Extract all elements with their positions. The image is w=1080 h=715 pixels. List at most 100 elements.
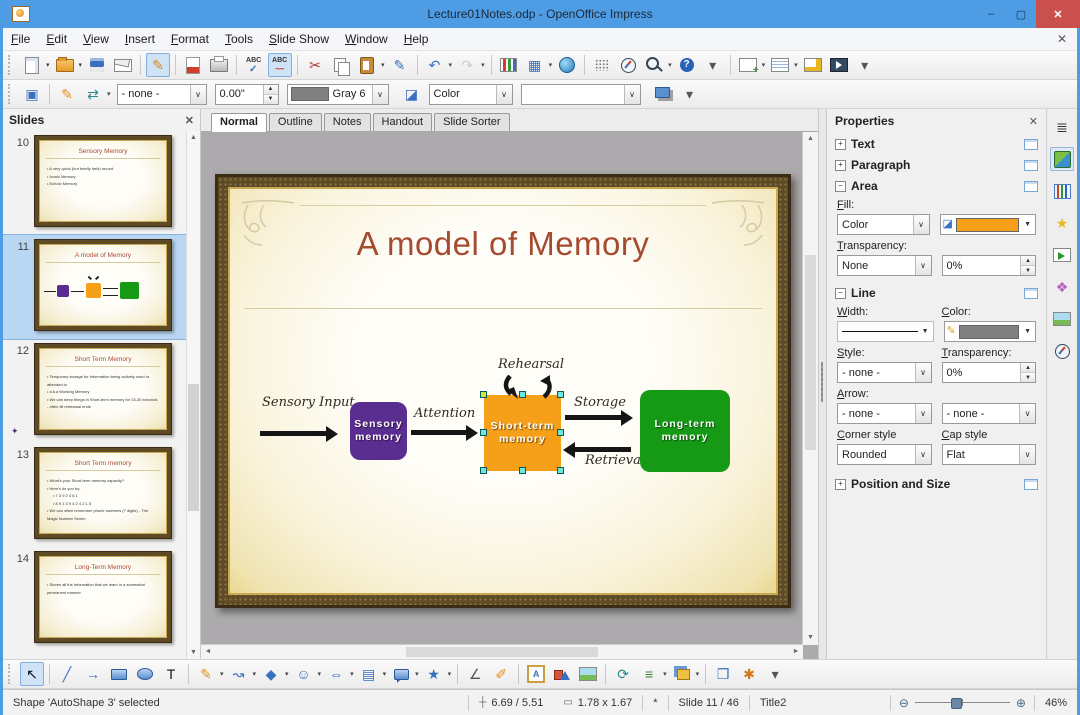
toolbar-handle[interactable] xyxy=(8,55,15,75)
fill-type-select[interactable]: Color ∨ xyxy=(837,214,930,235)
spellcheck-button[interactable] xyxy=(242,53,266,77)
maximize-button[interactable]: ▢ xyxy=(1006,0,1036,28)
display-grid-button[interactable] xyxy=(590,53,614,77)
zoom-dropdown-icon[interactable]: ▾ xyxy=(668,61,672,69)
area-style-fill-button[interactable]: ◪ xyxy=(400,82,424,106)
attention-label[interactable]: Attention xyxy=(414,406,475,421)
selection-handle[interactable] xyxy=(557,467,564,474)
scroll-up-icon[interactable]: ▲ xyxy=(187,131,200,144)
start-slide-show-button[interactable] xyxy=(827,53,851,77)
open-document-dropdown-icon[interactable]: ▾ xyxy=(79,61,83,69)
export-pdf-button[interactable] xyxy=(181,53,205,77)
3d-objects-button[interactable] xyxy=(550,662,574,686)
flowchart-tool-dropdown-icon[interactable]: ▾ xyxy=(383,670,387,678)
selection-handle[interactable] xyxy=(480,429,487,436)
menu-window[interactable]: Window xyxy=(337,29,396,49)
chevron-down-icon[interactable]: ∨ xyxy=(914,256,931,275)
rehearsal-label[interactable]: Rehearsal xyxy=(498,357,564,372)
decrement-icon[interactable]: ▼ xyxy=(1021,266,1035,275)
chevron-down-icon[interactable]: ∨ xyxy=(623,84,640,104)
print-button[interactable] xyxy=(207,53,231,77)
curve-tool-button[interactable]: ✎ xyxy=(194,662,218,686)
chevron-down-icon[interactable]: ∨ xyxy=(495,84,512,104)
properties-tab-button[interactable] xyxy=(1050,147,1074,171)
section-area[interactable]: − Area xyxy=(827,175,1046,196)
storage-arrow[interactable] xyxy=(565,409,633,426)
zoom-out-icon[interactable]: ⊖ xyxy=(899,696,909,710)
chevron-down-icon[interactable]: ∨ xyxy=(914,363,931,382)
section-line[interactable]: − Line xyxy=(827,282,1046,303)
sensory-memory-shape[interactable]: Sensory memory xyxy=(350,402,407,460)
tab-slide-sorter[interactable]: Slide Sorter xyxy=(434,113,510,131)
basic-shapes-tool-button[interactable]: ◆ xyxy=(259,662,283,686)
sensory-input-label[interactable]: Sensory Input xyxy=(262,395,355,410)
arrange-button[interactable] xyxy=(670,662,694,686)
open-document-button[interactable] xyxy=(53,53,77,77)
attention-arrow[interactable] xyxy=(411,424,478,441)
symbol-shapes-tool-button[interactable]: ☺ xyxy=(292,662,316,686)
auto-spellcheck-button[interactable] xyxy=(268,53,293,77)
collapse-icon[interactable]: − xyxy=(835,287,846,299)
paste-dropdown-icon[interactable]: ▾ xyxy=(381,61,385,69)
line-style-select[interactable]: - none - ∨ xyxy=(837,362,932,383)
paste-button[interactable] xyxy=(355,53,379,77)
redo-button[interactable]: ↷ xyxy=(455,53,479,77)
ellipse-tool-button[interactable] xyxy=(133,662,157,686)
undo-dropdown-icon[interactable]: ▾ xyxy=(449,61,453,69)
chevron-down-icon[interactable]: ▼ xyxy=(918,328,929,335)
select-tool-button[interactable]: ↖ xyxy=(20,662,44,686)
arrange-dropdown-icon[interactable]: ▾ xyxy=(696,670,700,678)
redo-dropdown-icon[interactable]: ▾ xyxy=(481,61,485,69)
navigator-button[interactable] xyxy=(616,53,640,77)
scroll-down-icon[interactable]: ▼ xyxy=(187,646,200,659)
expand-icon[interactable]: + xyxy=(835,138,846,150)
basic-shapes-tool-dropdown-icon[interactable]: ▾ xyxy=(285,670,289,678)
slide-transition-tab-button[interactable]: ❖ xyxy=(1050,275,1074,299)
fill-type-select[interactable]: Color ∨ xyxy=(428,83,513,105)
glue-points-tool-button[interactable]: ✐ xyxy=(489,662,513,686)
flowchart-tool-button[interactable]: ▤ xyxy=(357,662,381,686)
close-button[interactable]: ✕ xyxy=(1036,0,1080,28)
scroll-left-icon[interactable]: ◄ xyxy=(201,645,215,659)
corner-style-select[interactable]: Rounded ∨ xyxy=(837,444,932,465)
extrusion-toggle-button[interactable]: ❒ xyxy=(711,662,735,686)
minimize-button[interactable]: – xyxy=(976,0,1006,28)
scrollbar-thumb[interactable] xyxy=(805,255,816,451)
slide-design-button[interactable] xyxy=(801,53,825,77)
line-color-picker[interactable]: ✎ ▼ xyxy=(943,321,1036,342)
new-document-dropdown-icon[interactable]: ▾ xyxy=(46,61,50,69)
fill-color-select[interactable]: ∨ xyxy=(520,83,641,105)
line-width-stepper[interactable]: 0.00" ▲ ▼ xyxy=(214,83,279,105)
decrement-icon[interactable]: ▼ xyxy=(1021,373,1035,382)
line-style-select[interactable]: - none - ∨ xyxy=(116,83,207,105)
menu-format[interactable]: Format xyxy=(163,29,217,49)
chevron-down-icon[interactable]: ∨ xyxy=(912,215,929,234)
line-fill-toolbar-options-button[interactable]: ▾ xyxy=(678,82,702,106)
more-options-icon[interactable] xyxy=(1024,180,1038,192)
line-tool-button[interactable]: ╱ xyxy=(55,662,79,686)
block-arrows-tool-button[interactable]: ⇔ xyxy=(324,662,348,686)
insert-table-dropdown-icon[interactable]: ▾ xyxy=(549,61,553,69)
rectangle-tool-button[interactable] xyxy=(107,662,131,686)
arrow-tool-button[interactable]: → xyxy=(81,662,105,686)
chevron-down-icon[interactable]: ∨ xyxy=(914,445,931,464)
menu-slide-show[interactable]: Slide Show xyxy=(261,29,337,49)
menu-tools[interactable]: Tools xyxy=(217,29,261,49)
selection-handle[interactable] xyxy=(519,467,526,474)
retrieval-arrow[interactable] xyxy=(563,441,631,458)
line-color-select[interactable]: Gray 6 ∨ xyxy=(286,83,389,105)
transparency-stepper[interactable]: 0% ▲ ▼ xyxy=(941,255,1036,276)
master-pages-tab-button[interactable] xyxy=(1050,179,1074,203)
slide-layout-button[interactable] xyxy=(768,53,792,77)
collapse-icon[interactable]: − xyxy=(835,180,846,192)
symbol-shapes-tool-dropdown-icon[interactable]: ▾ xyxy=(318,670,322,678)
slide-thumbnail-12[interactable]: 12 Short Term Memory Temporary storage f… xyxy=(3,339,187,443)
more-options-icon[interactable] xyxy=(1024,287,1038,299)
retrieval-label[interactable]: Retrieval xyxy=(585,453,645,468)
clone-formatting-button[interactable]: ✎ xyxy=(388,53,412,77)
zoom-slider-thumb[interactable] xyxy=(951,698,962,709)
sidebar-menu-button[interactable]: ≣ xyxy=(1050,115,1074,139)
navigator-tab-button[interactable] xyxy=(1050,339,1074,363)
panel-splitter[interactable] xyxy=(819,109,827,659)
arrow-end-select[interactable]: - none - ∨ xyxy=(941,403,1036,424)
